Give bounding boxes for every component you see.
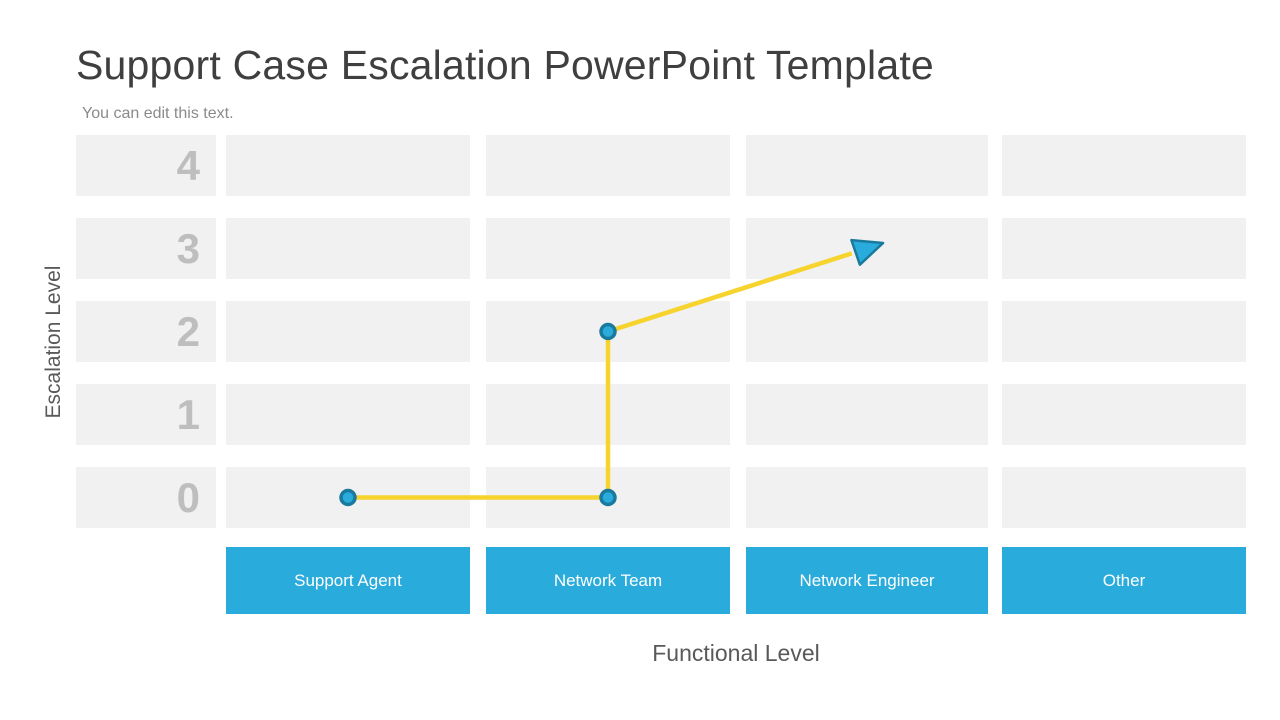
matrix-row: 1 (76, 384, 1246, 445)
level-number: 2 (176, 307, 200, 355)
column-header-network-team[interactable]: Network Team (486, 547, 730, 614)
level-number: 1 (176, 390, 200, 438)
matrix-cell[interactable] (1002, 218, 1246, 279)
x-axis-title: Functional Level (652, 640, 820, 666)
matrix-cell[interactable] (486, 218, 730, 279)
matrix-cell[interactable] (226, 218, 470, 279)
column-header-support-agent[interactable]: Support Agent (226, 547, 470, 614)
matrix-cell[interactable] (1002, 384, 1246, 445)
matrix-row: 2 (76, 301, 1246, 362)
matrix-cell[interactable] (1002, 467, 1246, 528)
level-cell: 4 (76, 135, 216, 196)
level-number: 3 (176, 224, 200, 272)
level-number: 4 (176, 141, 200, 189)
column-header-network-engineer[interactable]: Network Engineer (746, 547, 988, 614)
level-cell: 3 (76, 218, 216, 279)
matrix-cell[interactable] (486, 301, 730, 362)
matrix-cell[interactable] (486, 135, 730, 196)
slide-subtitle: You can edit this text. (82, 105, 234, 122)
page-title: Support Case Escalation PowerPoint Templ… (76, 42, 934, 88)
column-header-other[interactable]: Other (1002, 547, 1246, 614)
level-number: 0 (176, 473, 200, 521)
escalation-matrix: 4 3 2 1 0 (76, 135, 1246, 528)
matrix-row: 4 (76, 135, 1246, 196)
matrix-cell[interactable] (486, 467, 730, 528)
matrix-cell[interactable] (226, 301, 470, 362)
matrix-row: 3 (76, 218, 1246, 279)
matrix-cell[interactable] (746, 135, 988, 196)
matrix-cell[interactable] (746, 467, 988, 528)
level-cell: 1 (76, 384, 216, 445)
level-cell: 0 (76, 467, 216, 528)
matrix-cell[interactable] (226, 467, 470, 528)
matrix-cell[interactable] (746, 218, 988, 279)
matrix-cell[interactable] (226, 384, 470, 445)
matrix-cell[interactable] (1002, 301, 1246, 362)
matrix-cell[interactable] (746, 384, 988, 445)
matrix-row: 0 (76, 467, 1246, 528)
matrix-cell[interactable] (486, 384, 730, 445)
y-axis-title: Escalation Level (42, 265, 65, 419)
matrix-cell[interactable] (1002, 135, 1246, 196)
level-cell: 2 (76, 301, 216, 362)
matrix-cell[interactable] (226, 135, 470, 196)
matrix-cell[interactable] (746, 301, 988, 362)
